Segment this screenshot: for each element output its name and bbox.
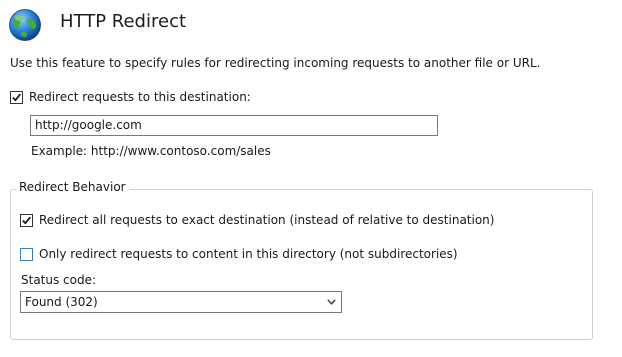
checkmark-icon — [12, 93, 21, 102]
redirect-behavior-group — [10, 189, 593, 340]
exact-destination-label: Redirect all requests to exact destinati… — [39, 213, 495, 227]
status-code-value: Found (302) — [25, 295, 98, 309]
feature-description: Use this feature to specify rules for re… — [10, 56, 541, 70]
checkmark-icon — [22, 216, 31, 225]
globe-icon — [9, 9, 41, 41]
redirect-requests-label: Redirect requests to this destination: — [29, 90, 251, 104]
status-code-label: Status code: — [21, 273, 97, 287]
redirect-requests-checkbox[interactable] — [10, 91, 23, 104]
redirect-behavior-legend: Redirect Behavior — [16, 180, 129, 194]
directory-only-checkbox[interactable] — [20, 248, 33, 261]
destination-url-input[interactable]: http://google.com — [30, 115, 438, 136]
exact-destination-checkbox[interactable] — [20, 214, 33, 227]
http-redirect-page: HTTP Redirect Use this feature to specif… — [0, 0, 622, 357]
destination-example-text: Example: http://www.contoso.com/sales — [31, 144, 271, 158]
status-code-select[interactable]: Found (302) — [20, 291, 342, 313]
directory-only-label: Only redirect requests to content in thi… — [39, 247, 458, 261]
chevron-down-icon — [327, 299, 336, 305]
page-title: HTTP Redirect — [60, 11, 187, 32]
